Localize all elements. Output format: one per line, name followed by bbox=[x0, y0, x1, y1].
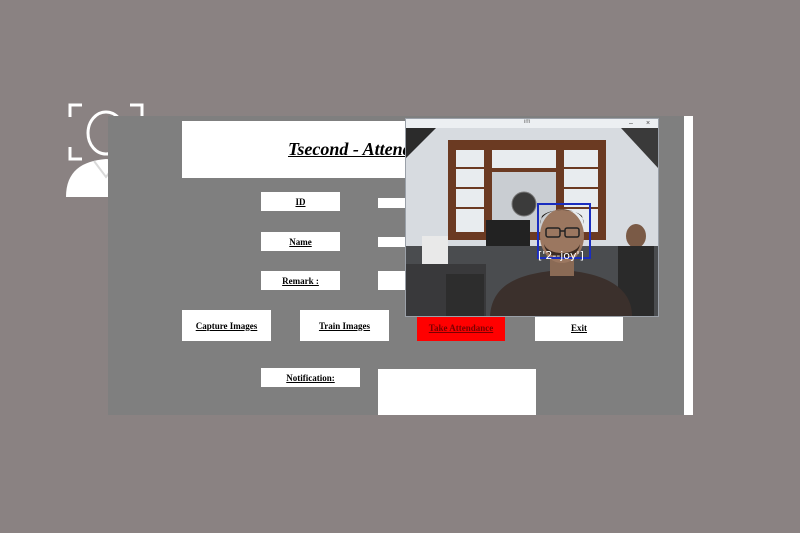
camera-window[interactable]: im – × ['2--joy'] bbox=[405, 118, 659, 317]
notification-label: Notification: bbox=[261, 368, 360, 387]
close-icon[interactable]: × bbox=[646, 119, 650, 128]
name-field[interactable] bbox=[378, 237, 408, 247]
remark-label: Remark : bbox=[261, 271, 340, 290]
train-images-button[interactable]: Train Images bbox=[300, 310, 389, 341]
face-label: ['2--joy'] bbox=[538, 249, 584, 262]
minimize-icon[interactable]: – bbox=[629, 119, 633, 128]
capture-images-button[interactable]: Capture Images bbox=[182, 310, 271, 341]
take-attendance-button[interactable]: Take Attendance bbox=[417, 315, 505, 341]
camera-feed bbox=[406, 128, 658, 316]
camera-window-title: im bbox=[524, 119, 531, 125]
id-field[interactable] bbox=[378, 198, 408, 208]
remark-field[interactable] bbox=[378, 271, 408, 290]
notification-area bbox=[378, 369, 536, 415]
camera-titlebar[interactable]: im – × bbox=[406, 119, 658, 128]
page-title: Tsecond - Attend bbox=[288, 139, 412, 159]
name-label: Name bbox=[261, 232, 340, 251]
window-edge bbox=[684, 116, 693, 415]
exit-button[interactable]: Exit bbox=[535, 315, 623, 341]
id-label: ID bbox=[261, 192, 340, 211]
